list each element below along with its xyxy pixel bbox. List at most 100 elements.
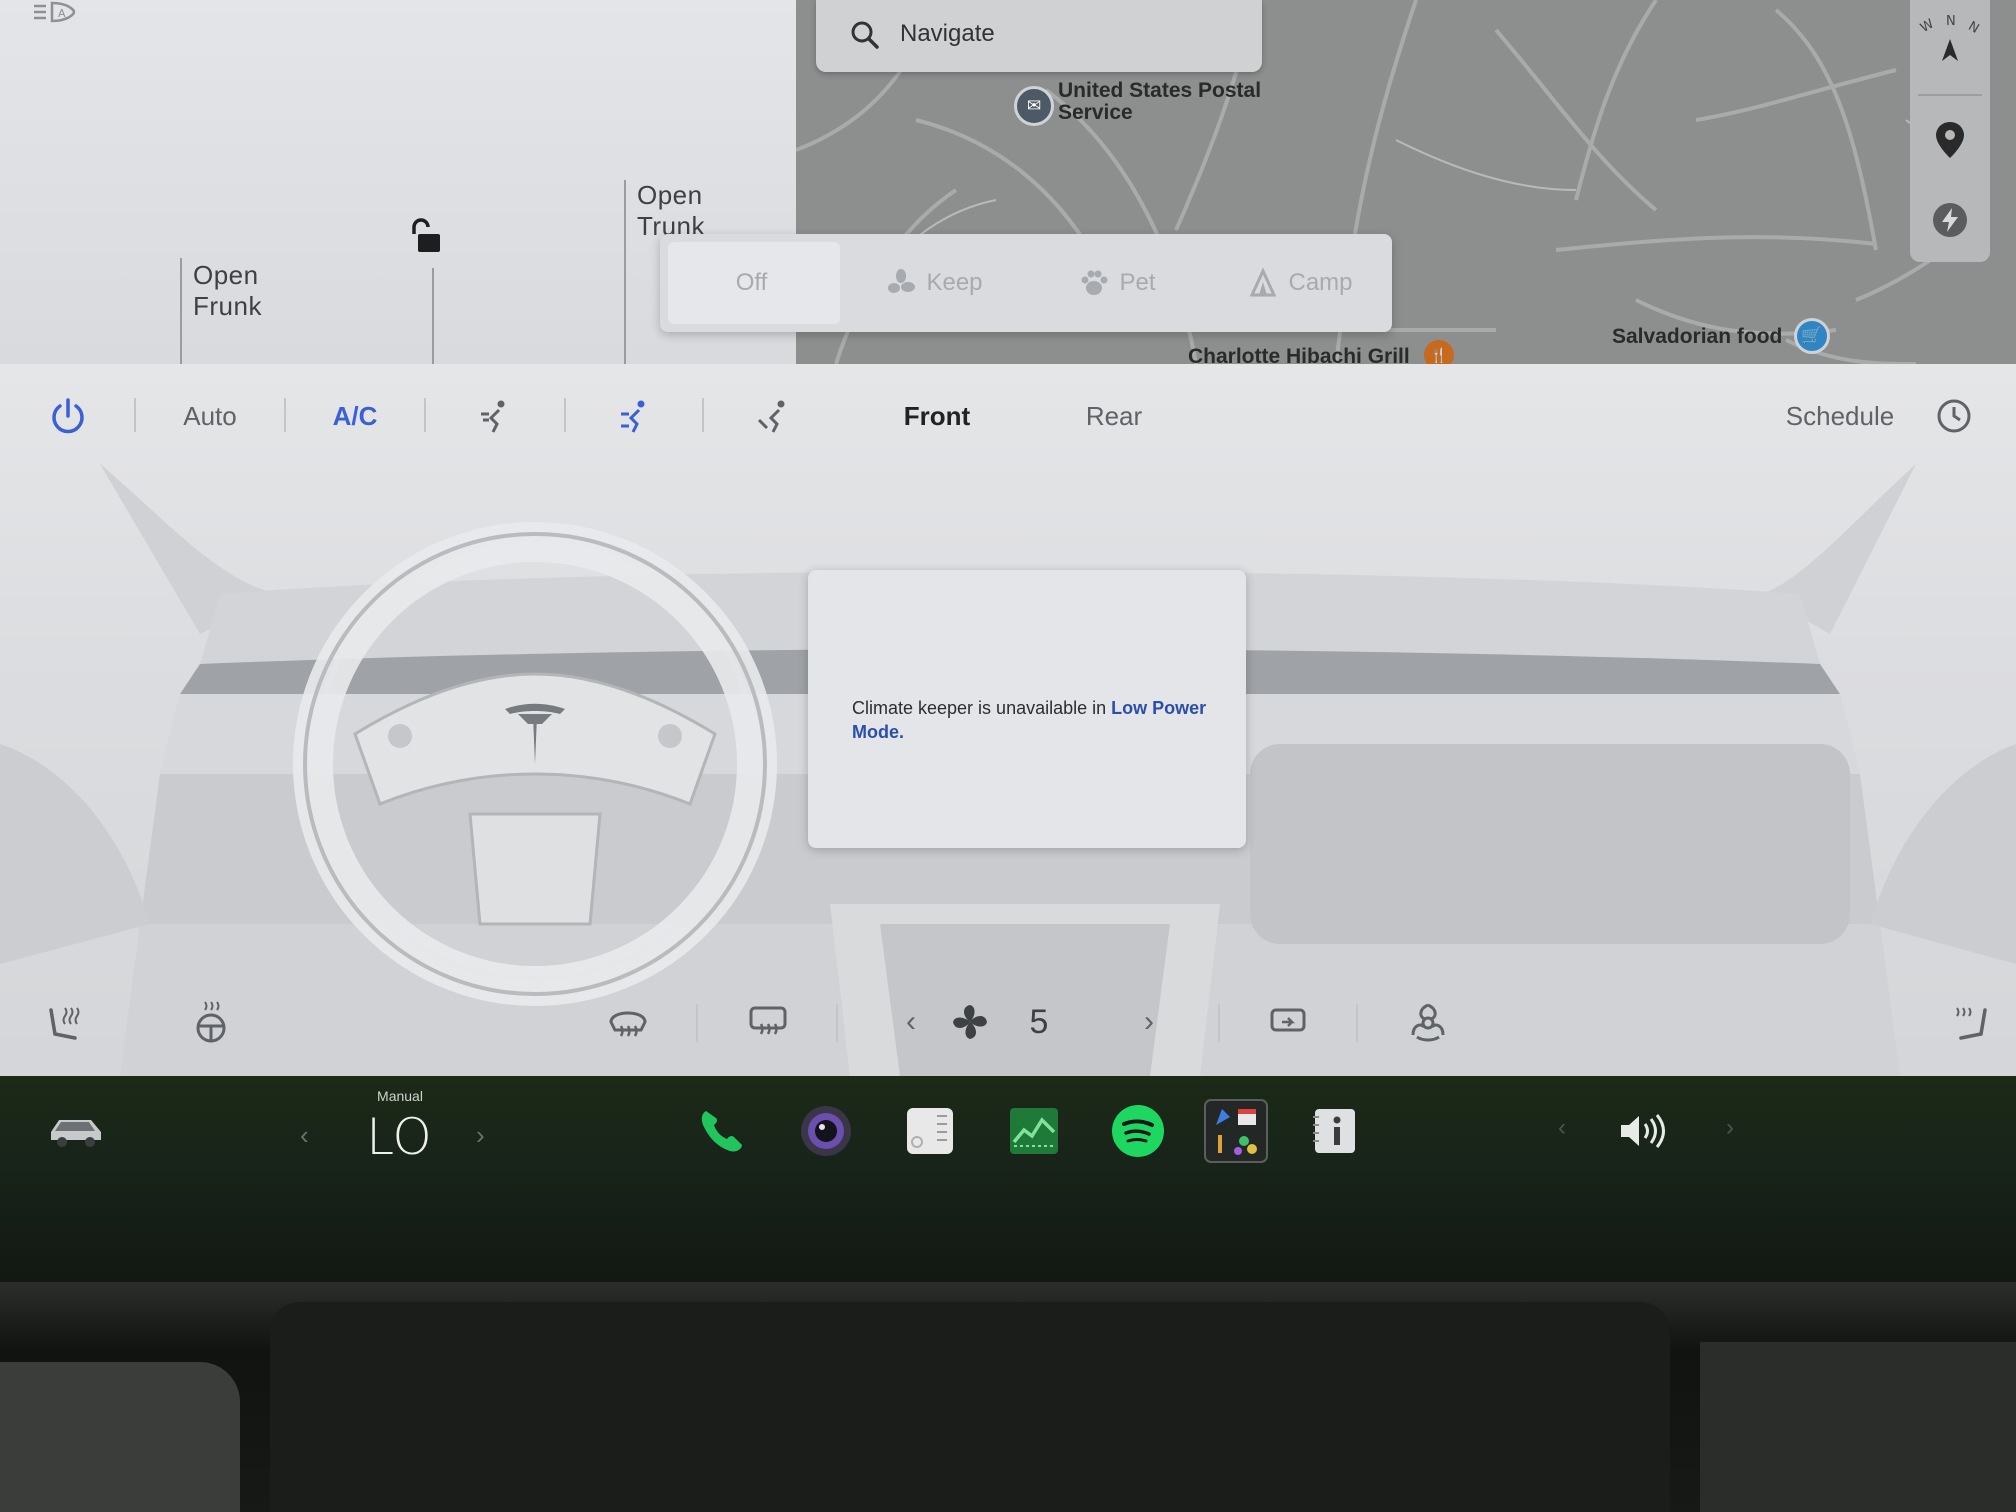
- camera-icon: [801, 1106, 851, 1156]
- fan-icon: [888, 269, 916, 293]
- recirculate-button[interactable]: [1264, 994, 1312, 1050]
- schedule-button[interactable]: Schedule: [1770, 394, 1910, 438]
- unlocked-lock-icon[interactable]: [412, 218, 448, 256]
- svg-text:N: N: [1946, 14, 1956, 29]
- biohazard-icon: [1411, 1003, 1445, 1042]
- airflow-face-feet-button[interactable]: [610, 394, 660, 438]
- spotify-app-button[interactable]: [1108, 1096, 1168, 1166]
- clock-icon: [1937, 399, 1971, 433]
- open-trunk-button[interactable]: Open Trunk: [637, 180, 705, 236]
- climate-keeper-message-card: Climate keeper is unavailable in Low Pow…: [808, 570, 1246, 848]
- ac-label: A/C: [332, 400, 378, 431]
- charging-bolt-icon: [1933, 203, 1967, 237]
- svg-text:A: A: [58, 7, 66, 20]
- airflow-feet-icon: [757, 400, 785, 433]
- search-input[interactable]: Navigate: [900, 20, 995, 48]
- front-label: Front: [903, 400, 971, 431]
- calendar-icon: [907, 1108, 953, 1154]
- temp-increase-button[interactable]: ›: [476, 1120, 485, 1151]
- frunk-marker-line: [180, 258, 182, 364]
- temperature-value[interactable]: LO: [354, 1108, 444, 1166]
- door-marker-line: [432, 268, 434, 364]
- poi-usps-label[interactable]: United States Postal Service: [1058, 80, 1261, 124]
- phone-icon: [701, 1111, 742, 1152]
- recirculate-icon: [1270, 1008, 1306, 1032]
- paw-icon: [1081, 270, 1108, 295]
- steering-heater-icon: [196, 1001, 226, 1043]
- fan-decrease-button[interactable]: ‹: [896, 994, 926, 1050]
- seat-heater-icon: [49, 1007, 80, 1040]
- mail-icon[interactable]: ✉: [1014, 86, 1054, 126]
- mode-camp-button[interactable]: Camp: [1209, 234, 1392, 332]
- search-icon: [851, 21, 879, 49]
- navigate-search-bar[interactable]: Navigate: [816, 0, 1262, 72]
- front-defrost-icon: [609, 1011, 647, 1037]
- energy-app-button[interactable]: [1004, 1096, 1064, 1166]
- mode-pet-button[interactable]: Pet: [1026, 234, 1209, 332]
- location-pin-icon: [1936, 122, 1964, 158]
- schedule-clock-button[interactable]: [1932, 394, 1976, 438]
- airflow-face-icon: [481, 400, 505, 433]
- fan-increase-button[interactable]: ›: [1134, 994, 1164, 1050]
- mode-off-label: Off: [735, 269, 768, 296]
- passenger-seat-heater-button[interactable]: [1946, 994, 1996, 1050]
- compass-icon: W N N: [1918, 14, 1982, 61]
- fan-speed-indicator: [948, 994, 992, 1050]
- calendar-app-button[interactable]: [900, 1096, 960, 1166]
- mode-keep-label: Keep: [926, 269, 983, 296]
- fan-speed-value: 5: [1029, 1002, 1049, 1041]
- poi-salvadorian-label[interactable]: Salvadorian food: [1612, 326, 1782, 348]
- phone-app-button[interactable]: [692, 1096, 752, 1166]
- compass-button[interactable]: W N N: [1910, 0, 1990, 80]
- svg-text:W: W: [1918, 16, 1937, 35]
- climate-mode-selector: Off Keep Pet Camp: [660, 234, 1392, 332]
- driver-seat-heater-button[interactable]: [40, 994, 90, 1050]
- toybox-app-button[interactable]: [1204, 1096, 1268, 1166]
- shopping-cart-icon[interactable]: 🛒: [1794, 318, 1830, 354]
- tab-front[interactable]: Front: [880, 394, 994, 438]
- front-defrost-button[interactable]: [604, 994, 652, 1050]
- rear-defrost-icon: [749, 1006, 787, 1035]
- message-text: Climate keeper is unavailable in: [852, 698, 1112, 718]
- mode-keep-button[interactable]: Keep: [843, 234, 1026, 332]
- volume-increase-button[interactable]: ›: [1726, 1114, 1734, 1142]
- charging-button[interactable]: [1910, 188, 1990, 252]
- rear-label: Rear: [1085, 400, 1143, 431]
- spotify-icon: [1112, 1105, 1164, 1157]
- headlight-auto-icon[interactable]: A: [30, 0, 80, 26]
- owners-manual-app-button[interactable]: [1306, 1096, 1362, 1166]
- volume-decrease-button[interactable]: ‹: [1558, 1114, 1566, 1142]
- auto-label: Auto: [183, 400, 237, 431]
- climate-power-button[interactable]: [40, 394, 96, 438]
- camera-app-button[interactable]: [796, 1096, 856, 1166]
- airflow-face-button[interactable]: [470, 394, 520, 438]
- airflow-feet-button[interactable]: [748, 394, 798, 438]
- ac-button[interactable]: A/C: [310, 394, 400, 438]
- mode-pet-label: Pet: [1119, 269, 1156, 296]
- mode-camp-label: Camp: [1288, 269, 1353, 296]
- temp-mode-label: Manual: [377, 1088, 423, 1104]
- power-icon: [52, 398, 84, 434]
- trunk-marker-line: [624, 180, 626, 364]
- rear-defrost-button[interactable]: [744, 994, 792, 1050]
- location-pin-button[interactable]: [1910, 108, 1990, 172]
- map-controls: W N N: [1910, 0, 1990, 262]
- svg-text:N: N: [1966, 19, 1982, 37]
- volume-button[interactable]: [1614, 1096, 1674, 1166]
- temp-decrease-button[interactable]: ‹: [300, 1120, 309, 1151]
- auto-button[interactable]: Auto: [160, 394, 260, 438]
- car-interior-below-screen: [0, 1282, 2016, 1512]
- mode-off-button[interactable]: Off: [660, 234, 843, 332]
- steering-wheel-heater-button[interactable]: [186, 994, 236, 1050]
- climate-keeper-message: Climate keeper is unavailable in Low Pow…: [852, 696, 1212, 744]
- fan-icon: [953, 1005, 987, 1039]
- toybox-icon: [1204, 1099, 1268, 1163]
- airflow-face-feet-icon: [621, 400, 645, 433]
- car-controls-button[interactable]: [44, 1096, 108, 1166]
- open-frunk-button[interactable]: Open Frunk: [193, 260, 262, 322]
- tab-rear[interactable]: Rear: [1060, 394, 1168, 438]
- energy-icon: [1010, 1108, 1058, 1154]
- bioweapon-defense-button[interactable]: [1404, 994, 1452, 1050]
- schedule-label: Schedule: [1785, 400, 1895, 431]
- car-icon: [51, 1120, 101, 1147]
